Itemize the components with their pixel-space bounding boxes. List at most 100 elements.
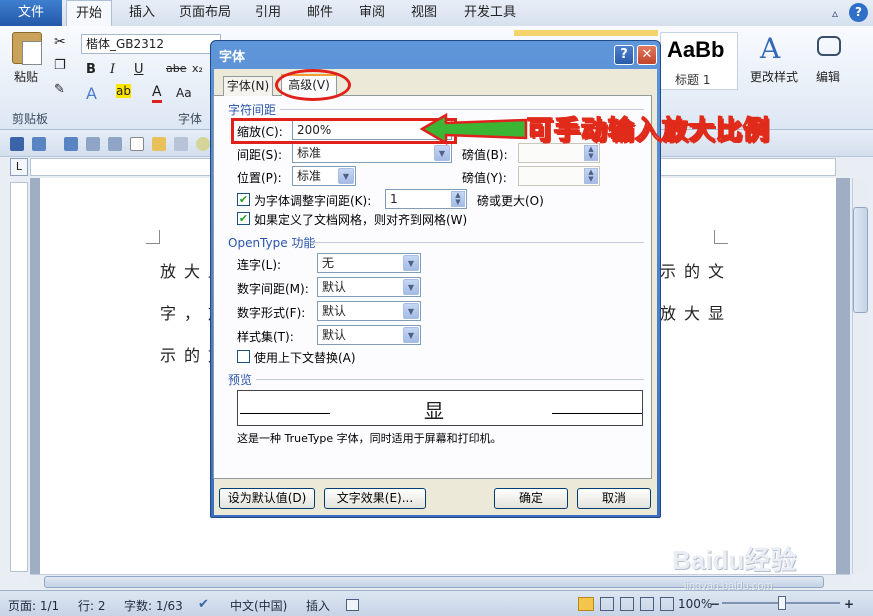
ligatures-combo[interactable]: 无 ▼ xyxy=(317,253,421,273)
spacing-combo[interactable]: 标准 ▼ xyxy=(292,143,452,163)
quick-print-icon[interactable] xyxy=(108,137,122,151)
dialog-help-button[interactable]: ? xyxy=(614,45,634,65)
print-layout-view-icon[interactable] xyxy=(578,597,594,611)
chevron-down-icon[interactable]: ▼ xyxy=(434,145,450,161)
spinner-arrows-icon[interactable]: ▲ ▼ xyxy=(451,191,465,207)
tab-mailings[interactable]: 邮件 xyxy=(298,0,342,26)
print-preview-icon[interactable] xyxy=(86,137,100,151)
status-line[interactable]: 行: 2 xyxy=(78,597,106,614)
kerning-suffix: 磅或更大(O) xyxy=(477,194,544,208)
number-spacing-combo[interactable]: 默认 ▼ xyxy=(317,277,421,297)
preview-box: 显 xyxy=(237,390,643,426)
preview-char: 显 xyxy=(424,399,444,423)
minimize-ribbon-icon[interactable]: ▵ xyxy=(826,4,844,22)
dialog-close-button[interactable]: ✕ xyxy=(637,45,657,65)
status-insert-mode[interactable]: 插入 xyxy=(306,597,330,614)
preview-rule xyxy=(552,413,642,414)
ok-button[interactable]: 确定 xyxy=(494,488,568,509)
change-styles-button[interactable]: 更改样式 xyxy=(750,68,798,85)
position-combo[interactable]: 标准 ▼ xyxy=(292,166,356,186)
tab-home[interactable]: 开始 xyxy=(66,0,112,26)
text-effects-button[interactable]: 文字效果(E)... xyxy=(324,488,426,509)
tab-view[interactable]: 视图 xyxy=(402,0,446,26)
position-by-spinner[interactable]: ▲ ▼ xyxy=(518,166,600,186)
spinner-arrows-icon[interactable]: ▲ ▼ xyxy=(584,168,598,184)
find-icon[interactable] xyxy=(817,36,841,56)
cancel-button[interactable]: 取消 xyxy=(577,488,651,509)
chevron-down-icon[interactable]: ▼ xyxy=(403,327,419,343)
help-icon[interactable]: ? xyxy=(849,3,868,22)
clipboard-group-label: 剪贴板 xyxy=(12,112,49,126)
outline-view-icon[interactable] xyxy=(640,597,654,611)
divider xyxy=(312,242,644,243)
text-effects-icon[interactable]: A xyxy=(86,84,97,103)
font-name-combo[interactable]: 楷体_GB2312 xyxy=(81,34,221,54)
zoom-slider-thumb[interactable] xyxy=(778,596,786,610)
snap-to-grid-checkbox[interactable]: ✔ xyxy=(237,212,250,225)
highlight-icon[interactable]: ab xyxy=(116,84,131,98)
kerning-checkbox[interactable]: ✔ xyxy=(237,193,250,206)
zoom-out-icon[interactable]: − xyxy=(710,597,720,611)
tab-font[interactable]: 字体(N) xyxy=(223,76,273,96)
margin-mark xyxy=(714,230,728,244)
baidu-watermark: Baidu经验 jingyan.baidu.com xyxy=(672,540,796,592)
set-as-default-button[interactable]: 设为默认值(D) xyxy=(219,488,315,509)
strikethrough-icon[interactable]: abe xyxy=(166,62,187,75)
draft-view-icon[interactable] xyxy=(660,597,674,611)
tab-page-layout[interactable]: 页面布局 xyxy=(172,0,238,26)
vertical-scroll-thumb[interactable] xyxy=(853,207,868,313)
zoom-level[interactable]: 100% xyxy=(678,597,712,611)
email-icon[interactable] xyxy=(174,137,188,151)
format-painter-icon[interactable]: ✎ xyxy=(54,82,65,97)
number-forms-combo[interactable]: 默认 ▼ xyxy=(317,301,421,321)
style-caption: 标题 1 xyxy=(675,73,711,87)
chevron-down-icon[interactable]: ▼ xyxy=(403,279,419,295)
paste-icon[interactable] xyxy=(12,32,42,65)
proofing-icon[interactable]: ✔ xyxy=(198,597,209,612)
tab-review[interactable]: 审阅 xyxy=(350,0,394,26)
style-heading1[interactable]: AaBb 标题 1 xyxy=(660,32,738,90)
font-group-label: 字体 xyxy=(178,112,203,126)
change-styles-icon[interactable]: A xyxy=(760,32,780,65)
style-gallery-highlight xyxy=(514,30,658,36)
vertical-ruler[interactable] xyxy=(10,182,28,572)
status-page[interactable]: 页面: 1/1 xyxy=(8,597,59,614)
full-screen-view-icon[interactable] xyxy=(600,597,614,611)
chevron-down-icon[interactable]: ▼ xyxy=(403,303,419,319)
font-color-icon[interactable]: A xyxy=(152,84,162,103)
save-icon[interactable] xyxy=(10,137,24,151)
macro-icon[interactable] xyxy=(346,599,359,611)
undo-icon[interactable] xyxy=(32,137,46,151)
underline-icon[interactable]: U xyxy=(134,62,144,77)
copy-icon[interactable]: ❐ xyxy=(54,58,66,73)
web-view-icon[interactable] xyxy=(620,597,634,611)
tab-selector-icon[interactable]: L xyxy=(10,158,28,176)
spinner-arrows-icon[interactable]: ▲ ▼ xyxy=(584,145,598,161)
stylistic-sets-combo[interactable]: 默认 ▼ xyxy=(317,325,421,345)
new-doc-icon[interactable] xyxy=(130,137,144,151)
file-tab[interactable]: 文件 xyxy=(0,0,62,26)
contextual-alternates-checkbox[interactable] xyxy=(237,350,250,363)
tab-references[interactable]: 引用 xyxy=(246,0,290,26)
chevron-down-icon[interactable]: ▼ xyxy=(338,168,354,184)
zoom-in-icon[interactable]: + xyxy=(844,597,854,611)
italic-icon[interactable]: I xyxy=(110,62,115,77)
spacing-label: 间距(S): xyxy=(237,148,283,162)
status-language[interactable]: 中文(中国) xyxy=(230,597,287,614)
paste-button[interactable]: 粘贴 xyxy=(14,68,38,85)
redo-icon[interactable] xyxy=(64,137,78,151)
chevron-down-icon[interactable]: ▼ xyxy=(403,255,419,271)
editing-button[interactable]: 编辑 xyxy=(816,68,840,85)
open-icon[interactable] xyxy=(152,137,166,151)
stylistic-sets-value: 默认 xyxy=(322,328,347,342)
kerning-spinner[interactable]: 1 ▲ ▼ xyxy=(385,189,467,209)
tab-developer[interactable]: 开发工具 xyxy=(454,0,526,26)
preview-section-title: 预览 xyxy=(228,373,253,387)
subscript-icon[interactable]: x₂ xyxy=(192,62,203,75)
bold-icon[interactable]: B xyxy=(86,62,96,77)
status-words[interactable]: 字数: 1/63 xyxy=(124,597,183,614)
cut-icon[interactable]: ✂ xyxy=(54,34,66,50)
misc-icon[interactable] xyxy=(196,137,210,151)
font-size-down-icon[interactable]: Aa xyxy=(176,86,192,100)
tab-insert[interactable]: 插入 xyxy=(120,0,164,26)
